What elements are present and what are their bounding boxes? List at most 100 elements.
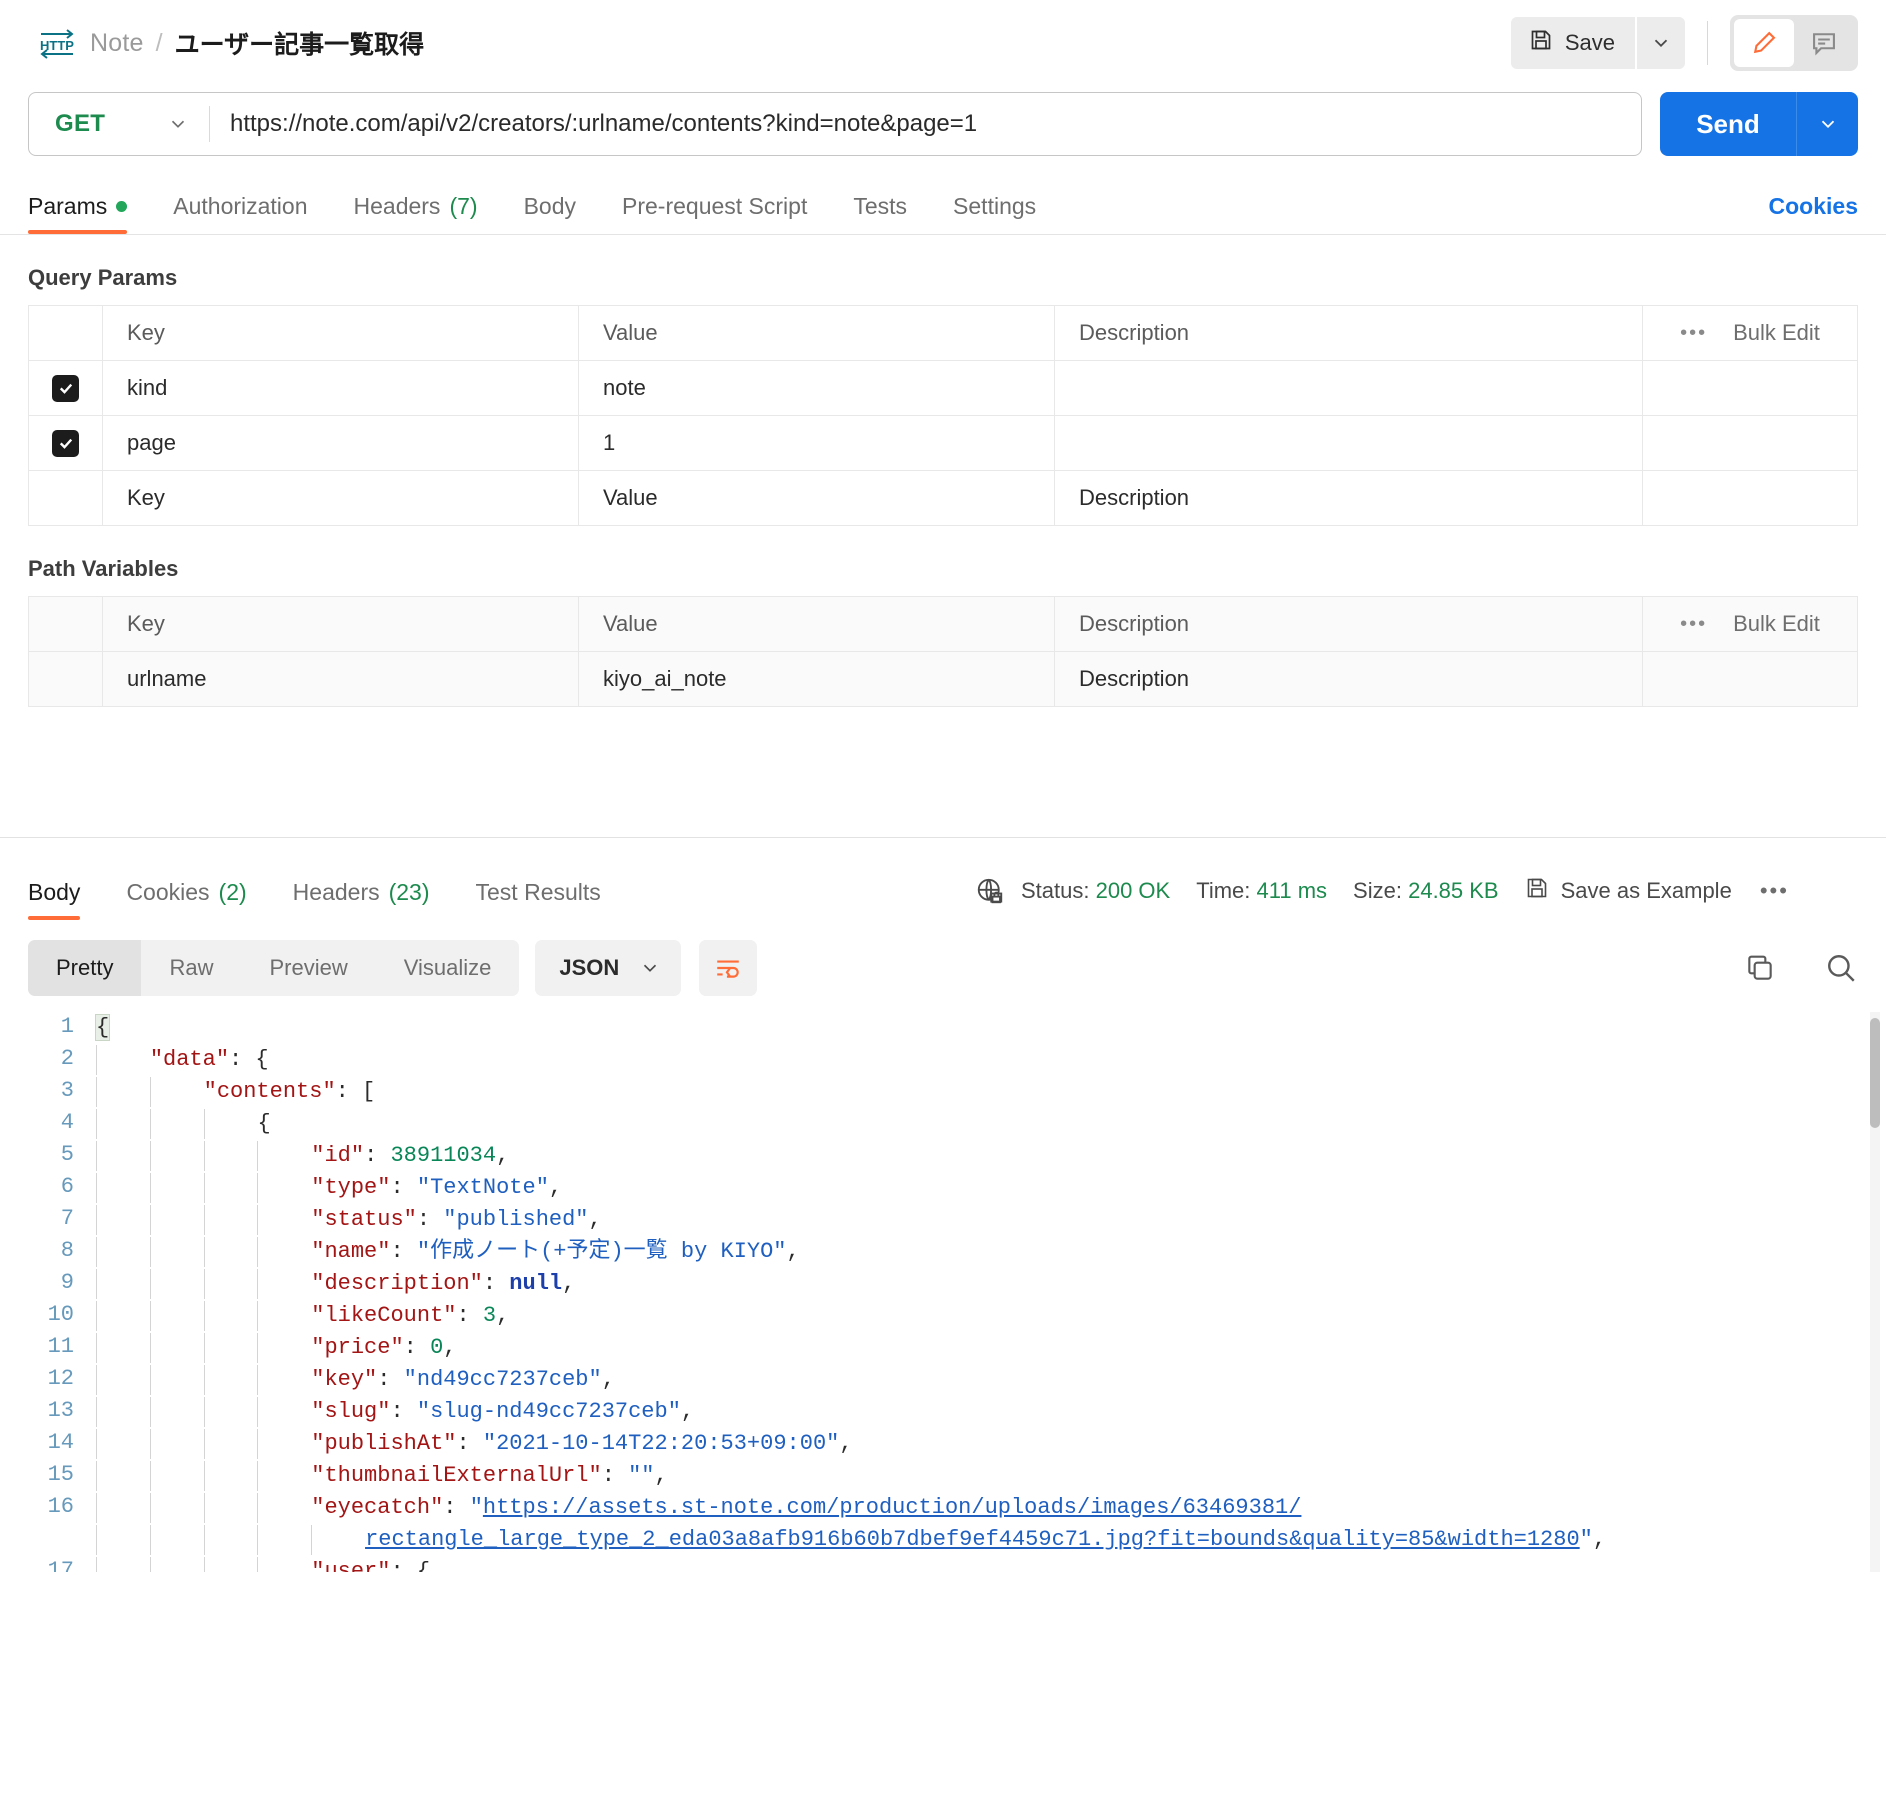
code-line-content[interactable]: rectangle_large_type_2_eda03a8afb916b60b… bbox=[96, 1524, 1607, 1556]
send-options-caret[interactable] bbox=[1796, 92, 1858, 156]
indent-guide bbox=[96, 1525, 150, 1555]
response-language-select[interactable]: JSON bbox=[535, 940, 682, 996]
tab-tests[interactable]: Tests bbox=[853, 193, 907, 234]
search-icon[interactable] bbox=[1824, 951, 1858, 985]
tab-body[interactable]: Body bbox=[524, 193, 576, 234]
row-checkbox-page[interactable] bbox=[52, 429, 79, 457]
code-line: 1{ bbox=[0, 1012, 1607, 1044]
tab-pre-request-script-label: Pre-request Script bbox=[622, 193, 808, 219]
cookies-link[interactable]: Cookies bbox=[1769, 193, 1858, 220]
bulk-edit-link[interactable]: Bulk Edit bbox=[1733, 611, 1820, 637]
response-tab-cookies-label: Cookies bbox=[126, 879, 210, 905]
code-line: 5 "id": 38911034, bbox=[0, 1140, 1607, 1172]
code-token-lnk[interactable]: rectangle_large_type_2_eda03a8afb916b60b… bbox=[365, 1527, 1580, 1552]
code-token-p: : bbox=[443, 1495, 470, 1520]
row-actions bbox=[1642, 651, 1858, 707]
indent-guide bbox=[203, 1269, 258, 1299]
code-token-s: "" bbox=[628, 1463, 655, 1488]
response-tab-body[interactable]: Body bbox=[28, 879, 81, 920]
new-row-value-input[interactable]: Value bbox=[578, 470, 1055, 526]
more-options-icon[interactable]: ••• bbox=[1680, 322, 1707, 345]
code-line-content[interactable]: "user": { bbox=[96, 1556, 1607, 1572]
response-body-viewer[interactable]: 1{2 "data": {3 "contents": [4 {5 "id": 3… bbox=[0, 1012, 1886, 1572]
response-scrollbar-thumb[interactable] bbox=[1870, 1018, 1880, 1128]
more-options-icon[interactable]: ••• bbox=[1680, 613, 1707, 636]
code-token-p: , bbox=[496, 1143, 510, 1168]
format-pretty-button[interactable]: Pretty bbox=[28, 940, 142, 996]
code-line-content[interactable]: "price": 0, bbox=[96, 1332, 1607, 1364]
send-button[interactable]: Send bbox=[1660, 92, 1796, 156]
tab-headers[interactable]: Headers (7) bbox=[354, 193, 478, 234]
save-options-caret[interactable] bbox=[1637, 17, 1685, 69]
copy-icon[interactable] bbox=[1744, 952, 1776, 984]
code-token-p: : bbox=[390, 1175, 417, 1200]
row-value[interactable]: note bbox=[578, 360, 1055, 416]
indent-guide bbox=[149, 1301, 204, 1331]
code-line-content[interactable]: "slug": "slug-nd49cc7237ceb", bbox=[96, 1396, 1607, 1428]
comments-button[interactable] bbox=[1794, 19, 1854, 67]
response-tab-headers[interactable]: Headers (23) bbox=[293, 879, 430, 920]
line-number: 16 bbox=[47, 1494, 74, 1519]
code-token-lnk[interactable]: https://assets.st-note.com/production/up… bbox=[483, 1495, 1302, 1520]
code-line-content[interactable]: "likeCount": 3, bbox=[96, 1300, 1607, 1332]
code-line-content[interactable]: "description": null, bbox=[96, 1268, 1607, 1300]
code-token-nl: null bbox=[509, 1271, 563, 1296]
http-method-label: GET bbox=[55, 110, 106, 137]
row-value[interactable]: kiyo_ai_note bbox=[578, 651, 1055, 707]
indent-guide bbox=[257, 1397, 311, 1427]
row-key[interactable]: kind bbox=[102, 360, 579, 416]
code-token-p: : bbox=[416, 1207, 444, 1232]
indent-guide bbox=[203, 1301, 258, 1331]
indent-guide bbox=[96, 1397, 150, 1427]
code-token-s: "2021-10-14T22:20:53+09:00" bbox=[482, 1431, 840, 1456]
code-line-content[interactable]: "status": "published", bbox=[96, 1204, 1607, 1236]
url-input[interactable] bbox=[210, 110, 1641, 138]
code-line-content[interactable]: { bbox=[94, 1012, 1607, 1044]
new-row-description-input[interactable]: Description bbox=[1054, 470, 1643, 526]
row-key[interactable]: page bbox=[102, 415, 579, 471]
tab-pre-request-script[interactable]: Pre-request Script bbox=[622, 193, 807, 234]
format-preview-button[interactable]: Preview bbox=[241, 940, 375, 996]
indent-guide bbox=[203, 1557, 258, 1572]
row-key[interactable]: urlname bbox=[102, 651, 579, 707]
code-line: 4 { bbox=[0, 1108, 1607, 1140]
code-line: 7 "status": "published", bbox=[0, 1204, 1607, 1236]
code-line-content[interactable]: "name": "作成ノート(+予定)一覧 by KIYO", bbox=[96, 1236, 1607, 1268]
line-number bbox=[0, 1524, 96, 1556]
response-tab-test-results[interactable]: Test Results bbox=[476, 879, 601, 920]
indent-guide bbox=[203, 1429, 258, 1459]
tab-authorization[interactable]: Authorization bbox=[173, 193, 307, 234]
indent-guide bbox=[96, 1429, 150, 1459]
code-line-content[interactable]: "publishAt": "2021-10-14T22:20:53+09:00"… bbox=[96, 1428, 1607, 1460]
bulk-edit-link[interactable]: Bulk Edit bbox=[1733, 320, 1820, 346]
row-description[interactable]: Description bbox=[1054, 651, 1643, 707]
code-line-content[interactable]: "eyecatch": "https://assets.st-note.com/… bbox=[96, 1492, 1607, 1524]
code-line-content[interactable]: "thumbnailExternalUrl": "", bbox=[96, 1460, 1607, 1492]
new-row-key-input[interactable]: Key bbox=[102, 470, 579, 526]
format-raw-button[interactable]: Raw bbox=[141, 940, 241, 996]
code-token-k: "data" bbox=[149, 1047, 230, 1072]
code-line-content[interactable]: "key": "nd49cc7237ceb", bbox=[96, 1364, 1607, 1396]
edit-mode-button[interactable] bbox=[1734, 19, 1794, 67]
http-method-select[interactable]: GET bbox=[29, 93, 209, 155]
code-line-content[interactable]: "type": "TextNote", bbox=[96, 1172, 1607, 1204]
row-checkbox-kind[interactable] bbox=[52, 374, 79, 402]
code-line-content[interactable]: "data": { bbox=[96, 1044, 1607, 1076]
tab-settings[interactable]: Settings bbox=[953, 193, 1036, 234]
code-line-content[interactable]: "contents": [ bbox=[96, 1076, 1607, 1108]
row-description[interactable] bbox=[1054, 415, 1643, 471]
save-as-example-button[interactable]: Save as Example bbox=[1525, 876, 1732, 906]
tab-params[interactable]: Params bbox=[28, 193, 128, 234]
page-title: ユーザー記事一覧取得 bbox=[174, 31, 425, 59]
format-visualize-button[interactable]: Visualize bbox=[376, 940, 520, 996]
response-more-options-icon[interactable]: ••• bbox=[1760, 878, 1789, 904]
breadcrumb-collection[interactable]: Note bbox=[90, 29, 144, 58]
row-value[interactable]: 1 bbox=[578, 415, 1055, 471]
code-line-content[interactable]: "id": 38911034, bbox=[96, 1140, 1607, 1172]
code-token-s: "nd49cc7237ceb" bbox=[403, 1367, 602, 1392]
row-description[interactable] bbox=[1054, 360, 1643, 416]
save-button[interactable]: Save bbox=[1510, 17, 1635, 69]
wrap-lines-button[interactable] bbox=[699, 940, 758, 996]
response-tab-cookies[interactable]: Cookies (2) bbox=[126, 879, 246, 920]
code-line-content[interactable]: { bbox=[96, 1108, 1607, 1140]
